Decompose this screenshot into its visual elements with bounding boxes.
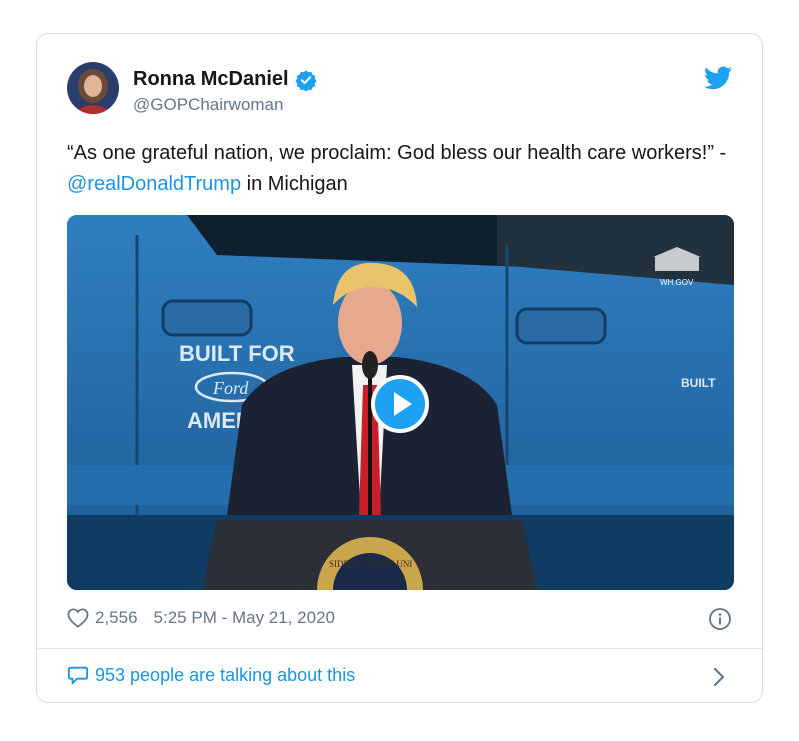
author-handle[interactable]: @GOPChairwoman <box>133 95 283 115</box>
divider <box>37 648 762 649</box>
chevron-right-icon[interactable] <box>712 667 726 687</box>
author-row[interactable]: Ronna McDaniel <box>133 68 317 91</box>
tweet-text-body: “As one grateful nation, we proclaim: Go… <box>67 142 727 164</box>
seal-text: SIDENT OF THE UNI <box>329 559 412 569</box>
twitter-bird-icon[interactable] <box>704 66 732 90</box>
video-player[interactable]: BUILT FOR Ford AMER BUILT WH.GOV SIDENT … <box>67 215 734 590</box>
truck-text-line1: BUILT FOR <box>179 341 295 366</box>
tweet-text: “As one grateful nation, we proclaim: Go… <box>67 138 737 200</box>
verified-badge-icon <box>294 69 317 91</box>
conversation-count[interactable]: 953 people are talking about this <box>95 665 355 686</box>
like-count[interactable]: 2,556 <box>95 608 138 628</box>
speech-bubble-icon <box>67 666 89 685</box>
info-icon[interactable] <box>708 607 732 631</box>
play-icon[interactable] <box>371 375 429 433</box>
author-name[interactable]: Ronna McDaniel <box>133 68 289 91</box>
mention-link[interactable]: @realDonaldTrump <box>67 173 241 195</box>
tweet-text-tail: in Michigan <box>241 173 348 195</box>
heart-icon[interactable] <box>67 608 89 628</box>
tweet-meta: 2,556 5:25 PM - May 21, 2020 <box>67 608 335 628</box>
conversation-link[interactable]: 953 people are talking about this <box>67 664 355 686</box>
avatar[interactable] <box>67 62 119 114</box>
timestamp[interactable]: 5:25 PM - May 21, 2020 <box>154 608 335 628</box>
watermark: WH.GOV <box>660 278 694 287</box>
truck-text-right: BUILT <box>681 376 716 390</box>
truck-text-logo: Ford <box>212 378 249 398</box>
tweet-card: Ronna McDaniel @GOPChairwoman “As one gr… <box>36 33 763 703</box>
